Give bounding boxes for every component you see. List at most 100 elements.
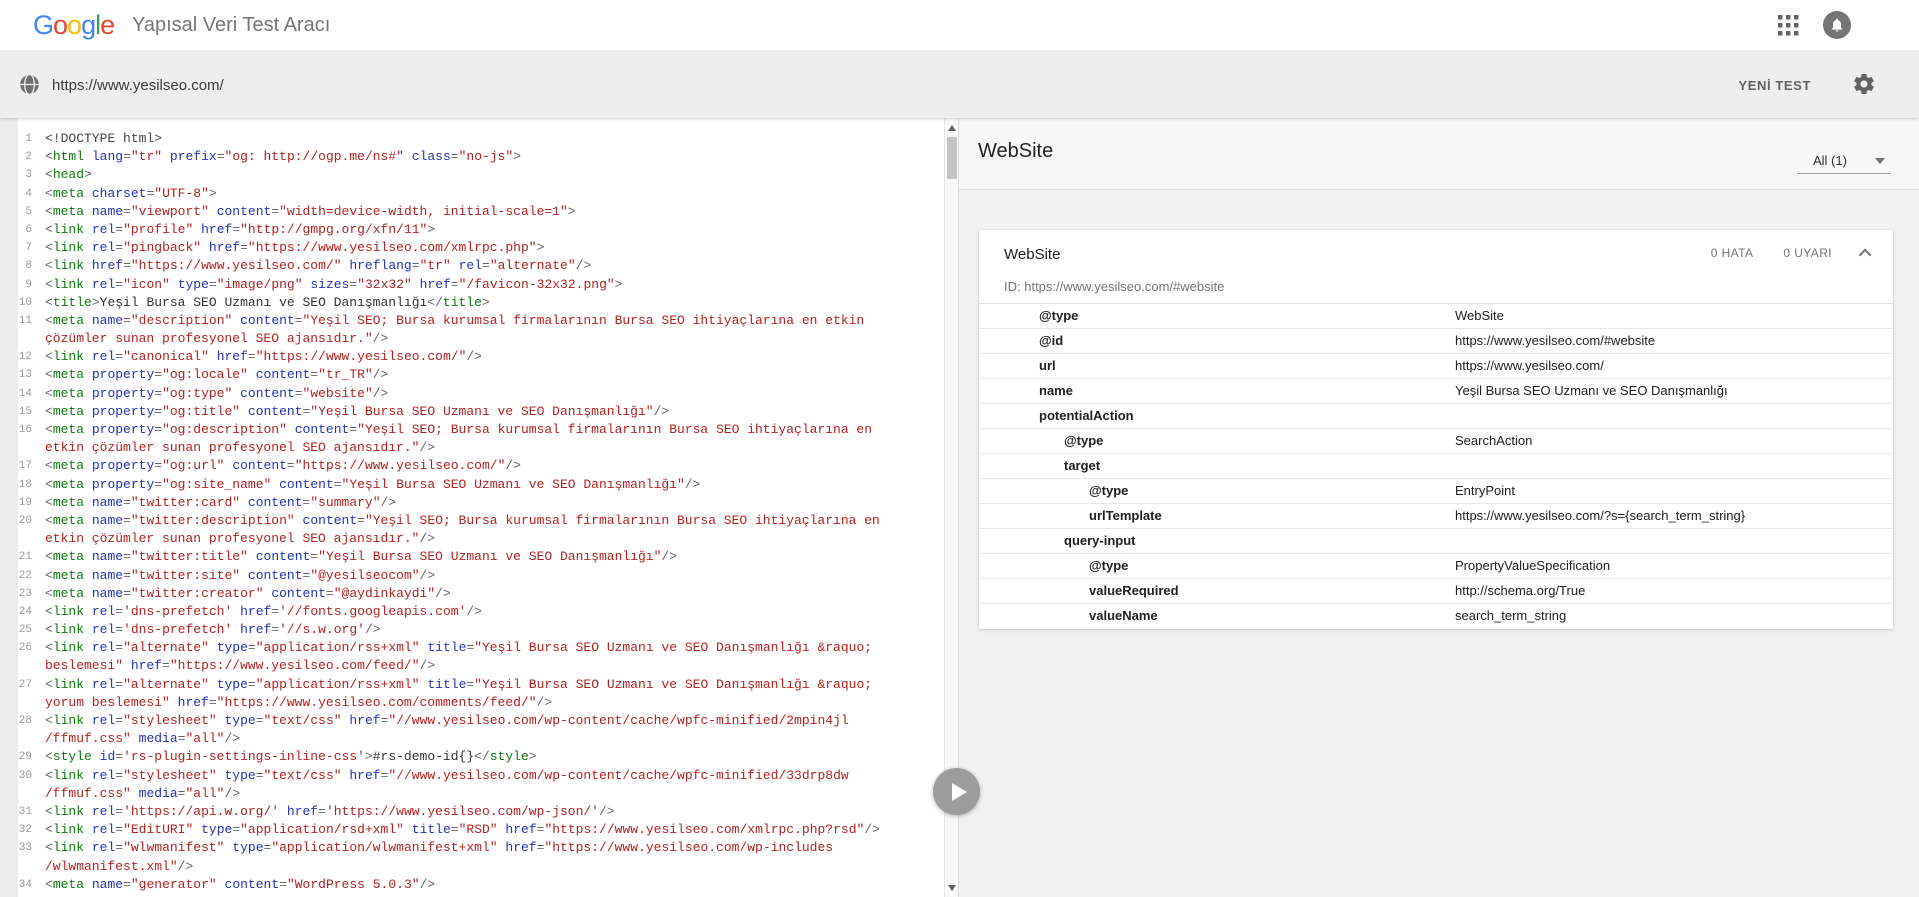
line-number: 3 <box>25 169 32 182</box>
property-key: potentialAction <box>1039 408 1134 423</box>
result-filter-select[interactable]: All (1) <box>1797 148 1891 174</box>
code-text: <head> <box>45 167 92 183</box>
code-text: çözümler sunan profesyonel SEO ajansıdır… <box>45 331 389 347</box>
line-number: 26 <box>18 642 32 655</box>
line-number: 25 <box>18 624 32 637</box>
code-lines: 1 <!DOCTYPE html> 2 <html lang="tr" prefix=… <box>0 130 944 894</box>
line-number: 18 <box>18 478 32 491</box>
collapse-chevron-icon[interactable] <box>1858 248 1872 261</box>
apps-grid-icon[interactable] <box>1778 15 1799 36</box>
property-key: target <box>1064 458 1101 473</box>
code-text: <link rel="stylesheet" type="text/css" h… <box>45 767 849 783</box>
schema-property-row[interactable]: @id https://www.yesilseo.com/#website <box>979 329 1893 354</box>
notifications-bell-icon[interactable] <box>1823 11 1851 39</box>
code-text: <link href="https://www.yesilseo.com/" h… <box>45 258 592 274</box>
logo-letter: g <box>81 10 96 40</box>
property-value: Yeşil Bursa SEO Uzmanı ve SEO Danışmanlı… <box>1455 383 1728 398</box>
code-line: 6 <link rel="profile" href="http://gmpg.o… <box>0 221 944 239</box>
code-line: 26 <link rel="alternate" type="applicatio… <box>0 639 944 657</box>
schema-property-row[interactable]: valueName search_term_string <box>979 604 1893 629</box>
property-value: PropertyValueSpecification <box>1455 558 1611 573</box>
top-bar: Google Yapısal Veri Test Aracı <box>0 0 1919 50</box>
structured-data-testing-tool: Google Yapısal Veri Test Aracı https://w… <box>0 0 1919 897</box>
settings-gear-icon[interactable] <box>1852 72 1876 96</box>
code-line: 10 <title>Yeşil Bursa SEO Uzmanı ve SEO D… <box>0 294 944 312</box>
schema-property-row[interactable]: url https://www.yesilseo.com/ <box>979 354 1893 379</box>
code-line-wrap: /ffmuf.css" media="all"/> <box>0 785 944 803</box>
code-line: 8 <link href="https://www.yesilseo.com/" … <box>0 257 944 275</box>
line-number: 2 <box>25 151 32 164</box>
source-code-panel[interactable]: 1 <!DOCTYPE html> 2 <html lang="tr" prefix=… <box>0 118 944 897</box>
line-number: 11 <box>18 314 32 327</box>
code-line: 15 <meta property="og:title" content="Yeş… <box>0 403 944 421</box>
code-line: 16 <meta property="og:description" conten… <box>0 421 944 439</box>
code-line: 7 <link rel="pingback" href="https://www.… <box>0 239 944 257</box>
property-key: valueRequired <box>1089 583 1179 598</box>
schema-id-line: ID: https://www.yesilseo.com/#website <box>979 276 1893 304</box>
code-text: <meta name="twitter:site" content="@yesi… <box>45 567 436 583</box>
code-text: <link rel="alternate" type="application/… <box>45 676 873 692</box>
scroll-up-arrow[interactable] <box>945 120 959 135</box>
schema-property-row[interactable]: name Yeşil Bursa SEO Uzmanı ve SEO Danışm… <box>979 379 1893 404</box>
code-line: 33 <link rel="wlwmanifest" type="applicat… <box>0 839 944 857</box>
property-value: http://schema.org/True <box>1455 583 1586 598</box>
line-number: 10 <box>18 296 32 309</box>
filter-selected-value: All (1) <box>1813 153 1847 168</box>
schema-property-table: @type WebSite @id https://www.yesilseo.com/… <box>979 304 1893 629</box>
line-number: 34 <box>18 878 32 891</box>
code-text: <meta name="generator" content="WordPres… <box>45 876 436 892</box>
code-text: /ffmuf.css" media="all"/> <box>45 785 241 801</box>
code-line-wrap: /wlwmanifest.xml"/> <box>0 858 944 876</box>
logo-letter: G <box>33 10 54 40</box>
google-logo[interactable]: Google <box>33 10 115 41</box>
code-line: 25 <link rel='dns-prefetch' href='//s.w.o… <box>0 621 944 639</box>
code-line: 28 <link rel="stylesheet" type="text/css"… <box>0 712 944 730</box>
line-number: 23 <box>18 587 32 600</box>
code-text: <link rel="wlwmanifest" type="applicatio… <box>45 840 834 856</box>
play-icon <box>951 782 967 801</box>
schema-property-row[interactable]: @type EntryPoint <box>979 479 1893 504</box>
code-text: etkin çözümler sunan profesyonel SEO aja… <box>45 440 436 456</box>
line-number: 32 <box>18 824 32 837</box>
schema-property-row[interactable]: urlTemplate https://www.yesilseo.com/?s={… <box>979 504 1893 529</box>
code-line: 20 <meta name="twitter:description" conte… <box>0 512 944 530</box>
code-line: 11 <meta name="description" content="Yeşi… <box>0 312 944 330</box>
code-line-wrap: çözümler sunan profesyonel SEO ajansıdır… <box>0 330 944 348</box>
line-number: 22 <box>18 569 32 582</box>
scrollbar-thumb[interactable] <box>947 137 957 179</box>
code-text: <meta name="twitter:creator" content="@a… <box>45 585 451 601</box>
new-test-button[interactable]: YENİ TEST <box>1738 78 1811 93</box>
schema-property-row[interactable]: query-input <box>979 529 1893 554</box>
code-text: <title>Yeşil Bursa SEO Uzmanı ve SEO Dan… <box>45 294 490 310</box>
schema-property-row[interactable]: valueRequired http://schema.org/True <box>979 579 1893 604</box>
schema-property-row[interactable]: potentialAction <box>979 404 1893 429</box>
results-panel: WebSite All (1) WebSite 0 HATA 0 UYARI I… <box>958 118 1919 897</box>
line-number: 19 <box>18 496 32 509</box>
run-test-button[interactable] <box>933 768 980 815</box>
property-key: @type <box>1039 308 1079 323</box>
line-number: 4 <box>25 187 32 200</box>
code-line: 1 <!DOCTYPE html> <box>0 130 944 148</box>
code-text: <meta name="viewport" content="width=dev… <box>45 203 576 219</box>
code-text: <style id='rs-plugin-settings-inline-css… <box>45 749 537 765</box>
property-value: https://www.yesilseo.com/?s={search_term… <box>1455 508 1746 523</box>
code-text: <meta charset="UTF-8"> <box>45 185 217 201</box>
schema-property-row[interactable]: @type WebSite <box>979 304 1893 329</box>
code-text: <link rel="pingback" href="https://www.y… <box>45 240 545 256</box>
property-key: @type <box>1064 433 1104 448</box>
code-line: 29 <style id='rs-plugin-settings-inline-c… <box>0 748 944 766</box>
code-text: <meta property="og:type" content="websit… <box>45 385 389 401</box>
chevron-down-icon <box>1875 157 1885 164</box>
schema-property-row[interactable]: target <box>979 454 1893 479</box>
property-key: url <box>1039 358 1056 373</box>
code-text: <meta name="twitter:title" content="Yeşi… <box>45 549 678 565</box>
code-line-wrap: etkin çözümler sunan profesyonel SEO aja… <box>0 530 944 548</box>
schema-property-row[interactable]: @type PropertyValueSpecification <box>979 554 1893 579</box>
code-text: <meta property="og:locale" content="tr_T… <box>45 367 389 383</box>
schema-property-row[interactable]: @type SearchAction <box>979 429 1893 454</box>
code-text: <meta name="twitter:description" content… <box>45 512 880 528</box>
code-text: <meta property="og:title" content="Yeşil… <box>45 403 670 419</box>
code-line: 30 <link rel="stylesheet" type="text/css"… <box>0 767 944 785</box>
code-text: <link rel='dns-prefetch' href='//fonts.g… <box>45 603 482 619</box>
scroll-down-arrow[interactable] <box>945 880 959 895</box>
